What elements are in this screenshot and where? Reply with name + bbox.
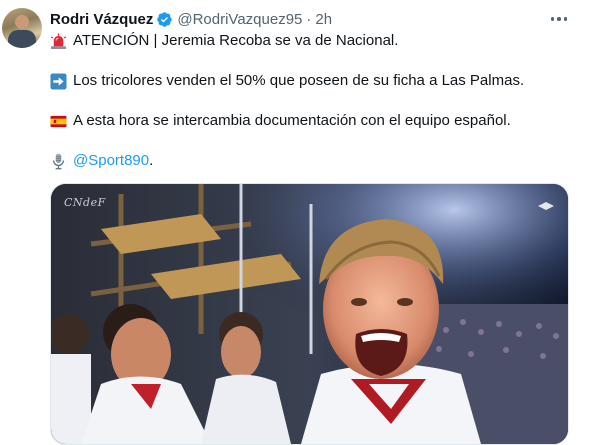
timestamp[interactable]: 2h [315, 11, 332, 28]
tweet-text-suffix: . [149, 152, 154, 169]
tweet-line-4: @Sport890. [50, 151, 153, 171]
tweet-line-2: Los tricolores venden el 50% que poseen … [50, 71, 524, 91]
tweet-line-3: A esta hora se intercambia documentación… [50, 111, 511, 131]
spain-flag-icon [50, 113, 67, 130]
separator-dot: · [306, 10, 312, 28]
rotating-light-icon [50, 32, 67, 50]
tweet-text: Los tricolores venden el 50% que poseen … [73, 72, 525, 89]
avatar-head [15, 15, 29, 29]
avatar[interactable] [2, 8, 42, 48]
microphone-icon [50, 153, 67, 170]
tweet[interactable]: Rodri Vázquez @RodriVazquez95 · 2h ATENC… [0, 0, 601, 445]
photo-watermark: CNdeF [64, 196, 106, 209]
photo-illustration [51, 184, 568, 444]
author-name[interactable]: Rodri Vázquez [50, 11, 153, 28]
tweet-media-photo[interactable]: CNdeF [50, 183, 569, 445]
avatar-body [8, 30, 36, 48]
verified-badge-icon[interactable] [156, 11, 173, 28]
tweet-line-1: ATENCIÓN | Jeremia Recoba se va de Nacio… [50, 31, 398, 51]
author-handle[interactable]: @RodriVazquez95 [177, 11, 302, 28]
arrow-right-icon [50, 72, 67, 90]
tweet-text: ATENCIÓN | Jeremia Recoba se va de Nacio… [73, 32, 399, 49]
tweet-text: A esta hora se intercambia documentación… [73, 112, 511, 129]
tweet-header: Rodri Vázquez @RodriVazquez95 · 2h [50, 9, 332, 29]
mention-link[interactable]: @Sport890 [73, 151, 149, 171]
more-options-icon[interactable] [548, 10, 570, 28]
